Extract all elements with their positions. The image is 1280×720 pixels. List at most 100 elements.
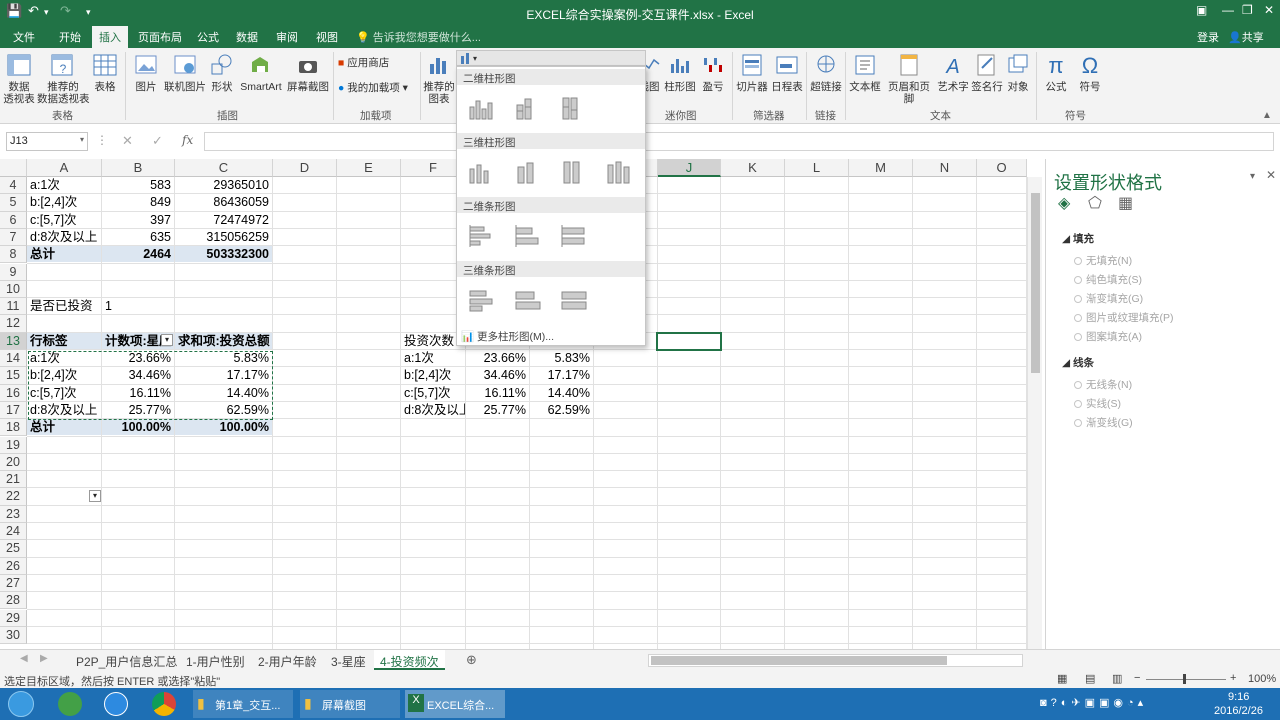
insert-function-icon[interactable]: fx xyxy=(182,133,193,147)
cell[interactable]: a:1次 xyxy=(28,177,101,194)
cell[interactable]: 5.83% xyxy=(531,350,593,367)
row-header[interactable]: 26 xyxy=(0,557,27,575)
taskbar-app-folder[interactable]: ▮ 第1章_交互... xyxy=(193,690,293,718)
close-icon[interactable]: ✕ xyxy=(1264,3,1274,17)
cell[interactable]: c:[5,7]次 xyxy=(28,212,101,229)
textbox-button[interactable]: 文本框 xyxy=(848,52,882,93)
row-header[interactable]: 9 xyxy=(0,263,27,281)
cell[interactable]: 29365010 xyxy=(176,177,272,194)
clustered-column-icon[interactable] xyxy=(467,95,495,121)
restore-icon[interactable]: ❐ xyxy=(1242,3,1253,17)
scroll-thumb[interactable] xyxy=(1031,193,1040,373)
cell[interactable]: 17.17% xyxy=(531,367,593,384)
hyperlink-button[interactable]: 超链接 xyxy=(808,52,844,93)
cell[interactable]: c:[5,7]次 xyxy=(402,385,465,402)
sheet-tab[interactable]: 2-用户年龄 xyxy=(252,652,323,671)
fill-section-header[interactable]: ◢ 填充 xyxy=(1062,231,1094,246)
row-header[interactable]: 21 xyxy=(0,471,27,489)
3d-percent-column-icon[interactable] xyxy=(559,159,587,185)
cell[interactable]: 62.59% xyxy=(531,402,593,419)
feather-app-icon[interactable] xyxy=(104,692,128,716)
name-box[interactable]: J13 ▾ xyxy=(6,132,88,151)
column-chart-dropdown[interactable]: 二维柱形图 三维柱形图 二维条形图 三维条形图 📊 更多柱形图(M)... xyxy=(456,66,646,346)
row-header[interactable]: 7 xyxy=(0,228,27,247)
sheet-tab[interactable]: P2P_用户信息汇总 xyxy=(70,652,183,671)
tab-insert[interactable]: 插入 xyxy=(92,26,128,48)
row-header[interactable]: 16 xyxy=(0,384,27,402)
zoom-in-icon[interactable]: + xyxy=(1230,672,1236,684)
horizontal-scrollbar[interactable] xyxy=(648,654,1023,667)
clustered-bar-icon[interactable] xyxy=(467,223,495,249)
pane-close-icon[interactable]: ✕ xyxy=(1266,168,1276,182)
minimize-icon[interactable]: — xyxy=(1222,3,1234,17)
row-header[interactable]: 15 xyxy=(0,367,27,385)
tab-view[interactable]: 视图 xyxy=(316,29,338,45)
more-column-charts-link[interactable]: 📊 更多柱形图(M)... xyxy=(461,329,554,344)
refresh-app-icon[interactable] xyxy=(58,692,82,716)
row-header[interactable]: 8 xyxy=(0,246,27,264)
ribbon-options-icon[interactable]: ▣ xyxy=(1196,3,1207,17)
equation-button[interactable]: π 公式 xyxy=(1040,52,1072,93)
filter-icon[interactable]: ▾ xyxy=(161,334,173,346)
cell[interactable]: 1 xyxy=(103,298,174,315)
3d-percent-bar-icon[interactable] xyxy=(559,287,587,313)
column-header[interactable]: L xyxy=(785,159,849,177)
login-link[interactable]: 登录 xyxy=(1197,29,1219,45)
column-chart-button[interactable]: ▾ xyxy=(456,50,646,66)
cell[interactable]: b:[2,4]次 xyxy=(402,367,465,384)
select-all-corner[interactable] xyxy=(0,159,27,177)
cell[interactable]: 总计 xyxy=(28,246,101,263)
tab-data[interactable]: 数据 xyxy=(236,29,258,45)
slicer-button[interactable]: 切片器 xyxy=(736,52,768,93)
header-footer-button[interactable]: 页眉和页脚 xyxy=(883,52,935,105)
sparkline-winloss-button[interactable]: 盈亏 xyxy=(698,52,728,93)
signature-line-button[interactable]: 签名行 xyxy=(970,52,1004,93)
3d-stacked-bar-icon[interactable] xyxy=(513,287,541,313)
row-header[interactable]: 17 xyxy=(0,401,27,420)
3d-clustered-bar-icon[interactable] xyxy=(467,287,495,313)
row-header[interactable]: 18 xyxy=(0,419,27,437)
row-header[interactable]: 19 xyxy=(0,436,27,454)
row-header[interactable]: 27 xyxy=(0,574,27,593)
column-header[interactable]: K xyxy=(721,159,785,177)
column-header[interactable]: M xyxy=(849,159,913,177)
cell[interactable]: d:8次及以上 xyxy=(402,402,465,419)
row-header[interactable]: 25 xyxy=(0,540,27,558)
my-addins-button[interactable]: ● 我的加载项 ▾ xyxy=(338,82,408,94)
cancel-icon[interactable]: ✕ xyxy=(122,133,133,149)
cell[interactable]: 397 xyxy=(103,212,174,229)
cell[interactable]: 2464 xyxy=(103,246,174,263)
smartart-button[interactable]: SmartArt xyxy=(238,52,284,93)
tab-review[interactable]: 审阅 xyxy=(276,29,298,45)
column-header[interactable]: D xyxy=(273,159,337,177)
row-header[interactable]: 11 xyxy=(0,298,27,316)
cell[interactable]: 503332300 xyxy=(176,246,272,263)
column-header[interactable]: C xyxy=(175,159,273,177)
3d-column-icon[interactable] xyxy=(605,159,633,185)
column-header[interactable]: J xyxy=(658,159,721,177)
effects-icon[interactable]: ⬠ xyxy=(1088,193,1102,213)
line-section-header[interactable]: ◢ 线条 xyxy=(1062,355,1094,370)
tab-page-layout[interactable]: 页面布局 xyxy=(138,29,182,45)
cell[interactable]: 583 xyxy=(103,177,174,194)
add-sheet-icon[interactable]: ⊕ xyxy=(466,652,477,668)
start-button[interactable] xyxy=(8,691,34,717)
zoom-level[interactable]: 100% xyxy=(1248,673,1276,685)
pane-options-icon[interactable]: ▾ xyxy=(1250,171,1255,182)
formula-input[interactable] xyxy=(204,132,1274,151)
tab-home[interactable]: 开始 xyxy=(59,29,81,45)
cell[interactable]: 25.77% xyxy=(467,402,529,419)
cell[interactable]: 849 xyxy=(103,194,174,211)
recommended-charts-button[interactable]: 推荐的 图表 xyxy=(422,52,456,105)
row-header[interactable]: 6 xyxy=(0,211,27,229)
table-button[interactable]: 表格 xyxy=(90,52,120,93)
screenshot-button[interactable]: 屏幕截图 xyxy=(286,52,330,93)
collapse-ribbon-icon[interactable]: ▲ xyxy=(1262,110,1272,121)
zoom-slider[interactable] xyxy=(1146,679,1226,680)
cell[interactable]: 315056259 xyxy=(176,229,272,246)
page-layout-icon[interactable]: ▤ xyxy=(1085,672,1095,685)
share-button[interactable]: 👤共享 xyxy=(1228,29,1264,45)
tab-formulas[interactable]: 公式 xyxy=(197,29,219,45)
row-header[interactable]: 23 xyxy=(0,505,27,523)
stacked-column-icon[interactable] xyxy=(513,95,541,121)
